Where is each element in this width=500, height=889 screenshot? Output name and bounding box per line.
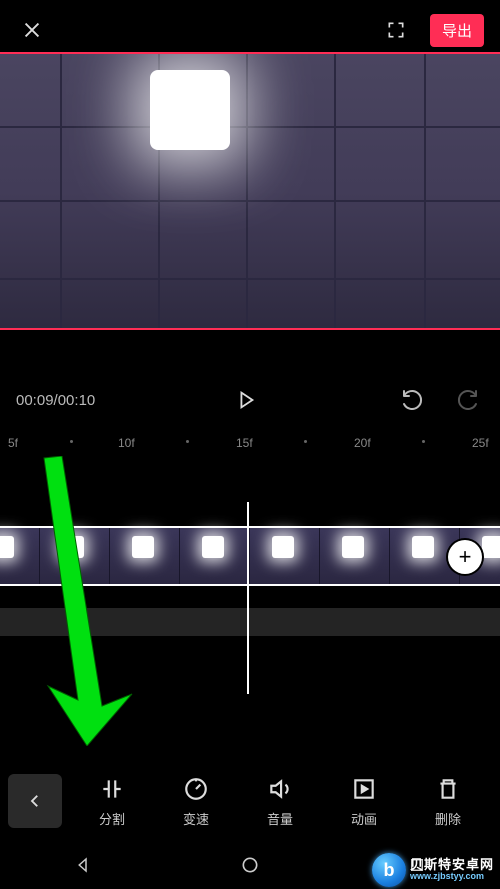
ruler-tick: 5f [8,436,18,450]
tool-label: 音量 [267,809,293,828]
delete-icon [435,776,461,802]
preview-gridline [424,54,426,328]
play-button[interactable] [226,380,266,420]
tool-animation[interactable]: 动画 [322,775,406,828]
close-icon [21,19,43,41]
timeline-track-area: + [0,496,500,616]
redo-icon [456,388,480,412]
circle-home-icon [240,855,260,875]
triangle-back-icon [74,856,92,874]
close-button[interactable] [16,14,48,46]
watermark-text: 贝斯特安卓网 www.zjbstyy.com [410,858,494,881]
ruler-tick: 10f [118,436,135,450]
preview-light [150,70,230,150]
undo-button[interactable] [396,384,428,416]
toolbar-back-button[interactable] [8,774,62,828]
top-bar: 导出 [0,0,500,60]
watermark-line2: www.zjbstyy.com [410,872,494,881]
volume-icon [267,776,293,802]
fullscreen-button[interactable] [380,14,412,46]
ruler-tick: 25f [472,436,489,450]
ruler-dot [70,440,73,443]
nav-home-button[interactable] [239,854,261,876]
tool-label: 删除 [435,809,461,828]
redo-button[interactable] [452,384,484,416]
video-preview[interactable] [0,52,500,330]
ruler-dot [422,440,425,443]
topbar-left [16,14,48,46]
ruler-dot [304,440,307,443]
current-time: 00:09 [16,392,54,409]
watermark: b 贝斯特安卓网 www.zjbstyy.com [372,853,494,887]
tool-volume[interactable]: 音量 [238,775,322,828]
plus-icon: + [459,544,472,570]
ruler-tick: 20f [354,436,371,450]
timecode: 00:09/00:10 [16,392,95,409]
playback-row: 00:09/00:10 [0,380,500,420]
undo-redo-group [396,384,484,416]
secondary-track[interactable] [0,608,500,636]
preview-gridline [60,54,62,328]
tool-delete[interactable]: 删除 [406,775,490,828]
timeline-ruler[interactable]: 5f 10f 15f 20f 25f [0,432,500,456]
tool-split[interactable]: 分割 [70,775,154,828]
watermark-badge: b [372,853,406,887]
tool-label: 动画 [351,809,377,828]
export-button[interactable]: 导出 [430,14,484,47]
edit-toolbar: 分割 变速 音量 动画 删除 缩 [0,761,500,841]
add-clip-button[interactable]: + [448,540,482,574]
preview-gridline [246,54,248,328]
ruler-tick: 15f [236,436,253,450]
tool-scale[interactable]: 缩 [490,775,500,828]
playhead[interactable] [247,502,249,694]
animation-icon [351,776,377,802]
chevron-left-icon [26,792,44,810]
split-icon [99,776,125,802]
topbar-right: 导出 [380,14,484,47]
nav-back-button[interactable] [72,854,94,876]
tool-label: 变速 [183,809,209,828]
tool-speed[interactable]: 变速 [154,775,238,828]
track-selection-border [0,526,500,586]
fullscreen-icon [386,20,406,40]
ruler-dot [186,440,189,443]
speed-icon [183,776,209,802]
watermark-line1: 贝斯特安卓网 [410,858,494,872]
preview-gridline [334,54,336,328]
toolbar-scroll[interactable]: 分割 变速 音量 动画 删除 缩 [70,775,500,828]
play-icon [235,389,257,411]
tool-label: 分割 [99,809,125,828]
undo-icon [400,388,424,412]
total-time: 00:10 [58,392,96,409]
